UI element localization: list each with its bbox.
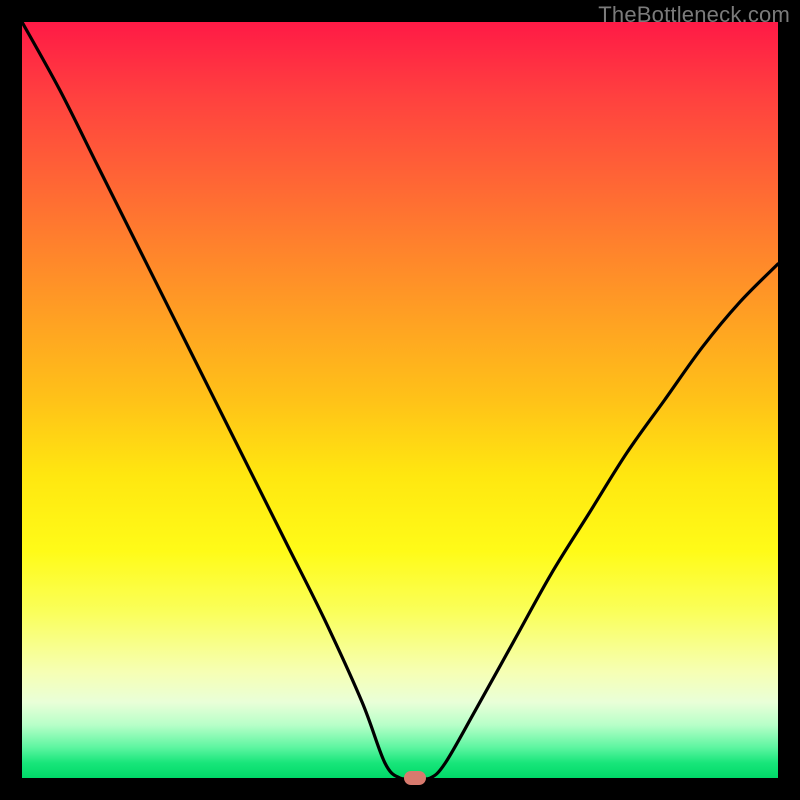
optimal-point-marker — [404, 771, 426, 785]
bottleneck-curve — [22, 22, 778, 778]
plot-area — [22, 22, 778, 778]
chart-frame: TheBottleneck.com — [0, 0, 800, 800]
watermark-text: TheBottleneck.com — [598, 2, 790, 28]
